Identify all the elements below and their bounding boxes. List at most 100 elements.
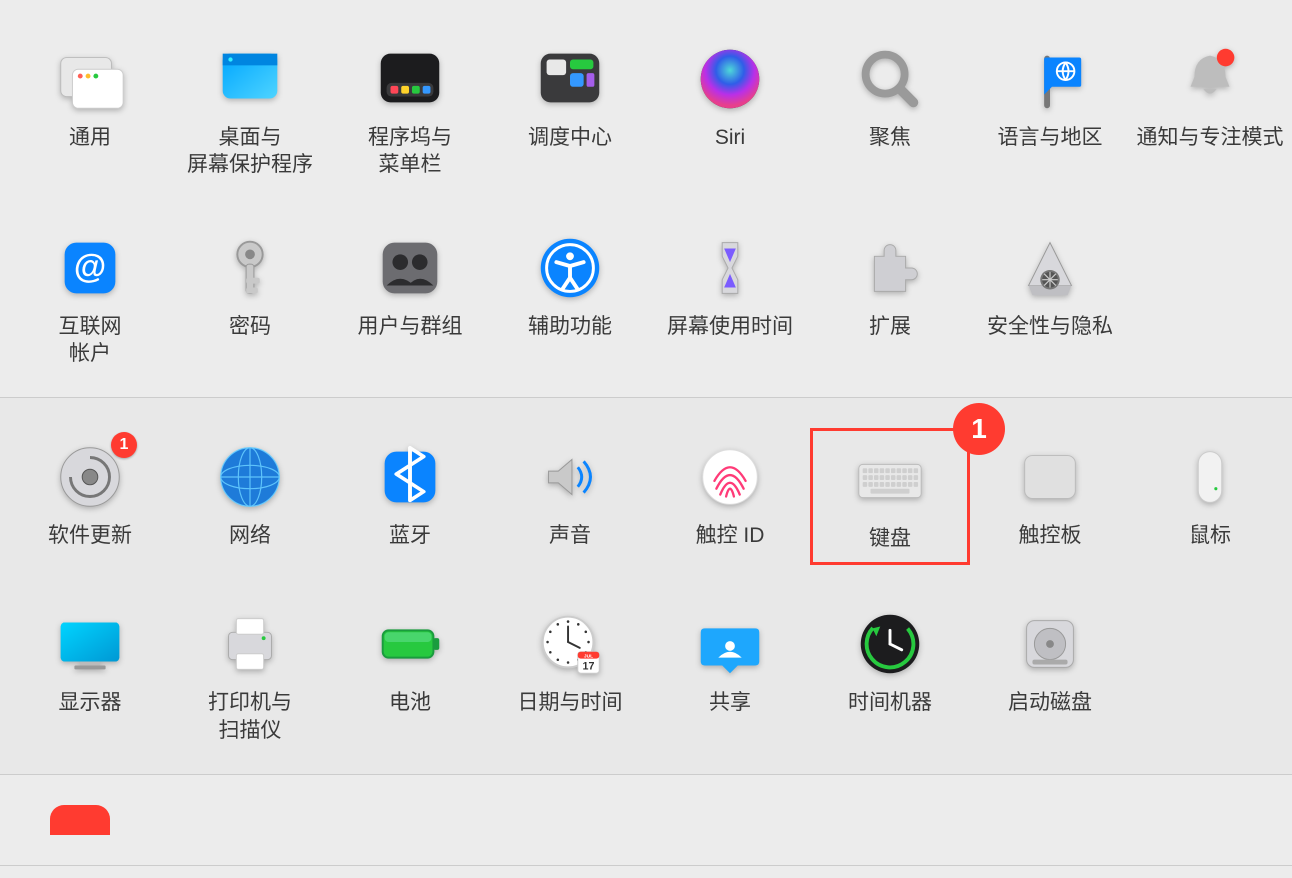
extensions-icon [851, 229, 929, 307]
language-icon [1011, 40, 1089, 118]
pref-label: 程序坞与 菜单栏 [368, 124, 452, 179]
pref-printers[interactable]: 打印机与 扫描仪 [170, 595, 330, 754]
pref-label: 键盘 [869, 525, 911, 552]
pref-label: 调度中心 [528, 124, 612, 151]
pref-sharing[interactable]: 共享 [650, 595, 810, 754]
pref-label: 鼠标 [1189, 522, 1231, 549]
pref-notifications[interactable]: 通知与专注模式 [1130, 30, 1290, 189]
update-icon: 1 [51, 438, 129, 516]
pref-displays[interactable]: 显示器 [10, 595, 170, 754]
desktop-icon [211, 40, 289, 118]
pref-label: 扩展 [869, 313, 911, 340]
pref-dock[interactable]: 程序坞与 菜单栏 [330, 30, 490, 189]
pref-extensions[interactable]: 扩展 [810, 219, 970, 378]
partial-icon [50, 805, 110, 835]
pref-label: 屏幕使用时间 [667, 313, 793, 340]
pref-internet[interactable]: @ 互联网 帐户 [10, 219, 170, 378]
mouse-icon [1171, 438, 1249, 516]
pref-language[interactable]: 语言与地区 [970, 30, 1130, 189]
battery-icon [371, 605, 449, 683]
pref-security[interactable]: 安全性与隐私 [970, 219, 1130, 378]
pref-label: 时间机器 [848, 689, 932, 716]
pref-label: 通知与专注模式 [1137, 124, 1284, 151]
passwords-icon [211, 229, 289, 307]
pref-label: 互联网 帐户 [59, 313, 122, 368]
pref-network[interactable]: 网络 [170, 428, 330, 565]
network-icon [211, 438, 289, 516]
sound-icon [531, 438, 609, 516]
pref-screentime[interactable]: 屏幕使用时间 [650, 219, 810, 378]
pref-datetime[interactable]: 17JUL 日期与时间 [490, 595, 650, 754]
general-icon [51, 40, 129, 118]
pref-label: 安全性与隐私 [987, 313, 1113, 340]
pref-label: 蓝牙 [389, 522, 431, 549]
displays-icon [51, 605, 129, 683]
startup-icon [1011, 605, 1089, 683]
pref-label: 打印机与 扫描仪 [208, 689, 292, 744]
pref-label: 共享 [709, 689, 751, 716]
preferences-section: 1软件更新网络蓝牙声音触控 ID1键盘触控板鼠标显示器打印机与 扫描仪电池17J… [0, 398, 1292, 775]
touchid-icon [691, 438, 769, 516]
pref-label: 日期与时间 [518, 689, 623, 716]
spotlight-icon [851, 40, 929, 118]
pref-label: 用户与群组 [358, 313, 463, 340]
pref-label: 触控板 [1019, 522, 1082, 549]
pref-label: 软件更新 [48, 522, 132, 549]
preferences-section: 通用 桌面与 屏幕保护程序程序坞与 菜单栏 调度中心 Siri 聚焦 语言与地区 通知与专注… [0, 0, 1292, 398]
pref-timemachine[interactable]: 时间机器 [810, 595, 970, 754]
svg-text:17: 17 [583, 661, 595, 673]
pref-label: 语言与地区 [998, 124, 1103, 151]
pref-update[interactable]: 1 软件更新 [10, 428, 170, 565]
printers-icon [211, 605, 289, 683]
pref-desktop[interactable]: 桌面与 屏幕保护程序 [170, 30, 330, 189]
dock-icon [371, 40, 449, 118]
pref-startup[interactable]: 启动磁盘 [970, 595, 1130, 754]
pref-battery[interactable]: 电池 [330, 595, 490, 754]
pref-label: 网络 [229, 522, 271, 549]
pref-label: 通用 [69, 124, 111, 151]
pref-label: 电池 [389, 689, 431, 716]
pref-keyboard[interactable]: 1键盘 [810, 428, 970, 565]
pref-label: 启动磁盘 [1008, 689, 1092, 716]
pref-general[interactable]: 通用 [10, 30, 170, 189]
callout-badge: 1 [953, 403, 1005, 455]
siri-icon [691, 40, 769, 118]
pref-label: 密码 [229, 313, 271, 340]
internet-icon: @ [51, 229, 129, 307]
sharing-icon [691, 605, 769, 683]
security-icon [1011, 229, 1089, 307]
pref-mouse[interactable]: 鼠标 [1130, 428, 1290, 565]
notifications-icon [1171, 40, 1249, 118]
pref-sound[interactable]: 声音 [490, 428, 650, 565]
pref-label: 显示器 [59, 689, 122, 716]
preferences-section-partial [0, 775, 1292, 866]
datetime-icon: 17JUL [531, 605, 609, 683]
pref-bluetooth[interactable]: 蓝牙 [330, 428, 490, 565]
mission-icon [531, 40, 609, 118]
trackpad-icon [1011, 438, 1089, 516]
pref-label: 辅助功能 [528, 313, 612, 340]
pref-label: Siri [715, 124, 745, 151]
update-badge: 1 [111, 432, 137, 458]
pref-users[interactable]: 用户与群组 [330, 219, 490, 378]
users-icon [371, 229, 449, 307]
pref-accessibility[interactable]: 辅助功能 [490, 219, 650, 378]
svg-text:@: @ [74, 248, 106, 285]
pref-spotlight[interactable]: 聚焦 [810, 30, 970, 189]
pref-siri[interactable]: Siri [650, 30, 810, 189]
pref-label: 触控 ID [696, 522, 765, 549]
timemachine-icon [851, 605, 929, 683]
svg-text:JUL: JUL [584, 654, 593, 660]
screentime-icon [691, 229, 769, 307]
preferences-grid: 1软件更新网络蓝牙声音触控 ID1键盘触控板鼠标显示器打印机与 扫描仪电池17J… [10, 428, 1282, 754]
bluetooth-icon [371, 438, 449, 516]
pref-mission[interactable]: 调度中心 [490, 30, 650, 189]
pref-touchid[interactable]: 触控 ID [650, 428, 810, 565]
pref-passwords[interactable]: 密码 [170, 219, 330, 378]
pref-label: 声音 [549, 522, 591, 549]
accessibility-icon [531, 229, 609, 307]
preferences-grid: 通用 桌面与 屏幕保护程序程序坞与 菜单栏 调度中心 Siri 聚焦 语言与地区 通知与专注… [10, 30, 1282, 377]
pref-label: 聚焦 [869, 124, 911, 151]
pref-label: 桌面与 屏幕保护程序 [187, 124, 313, 179]
keyboard-icon [851, 441, 929, 519]
